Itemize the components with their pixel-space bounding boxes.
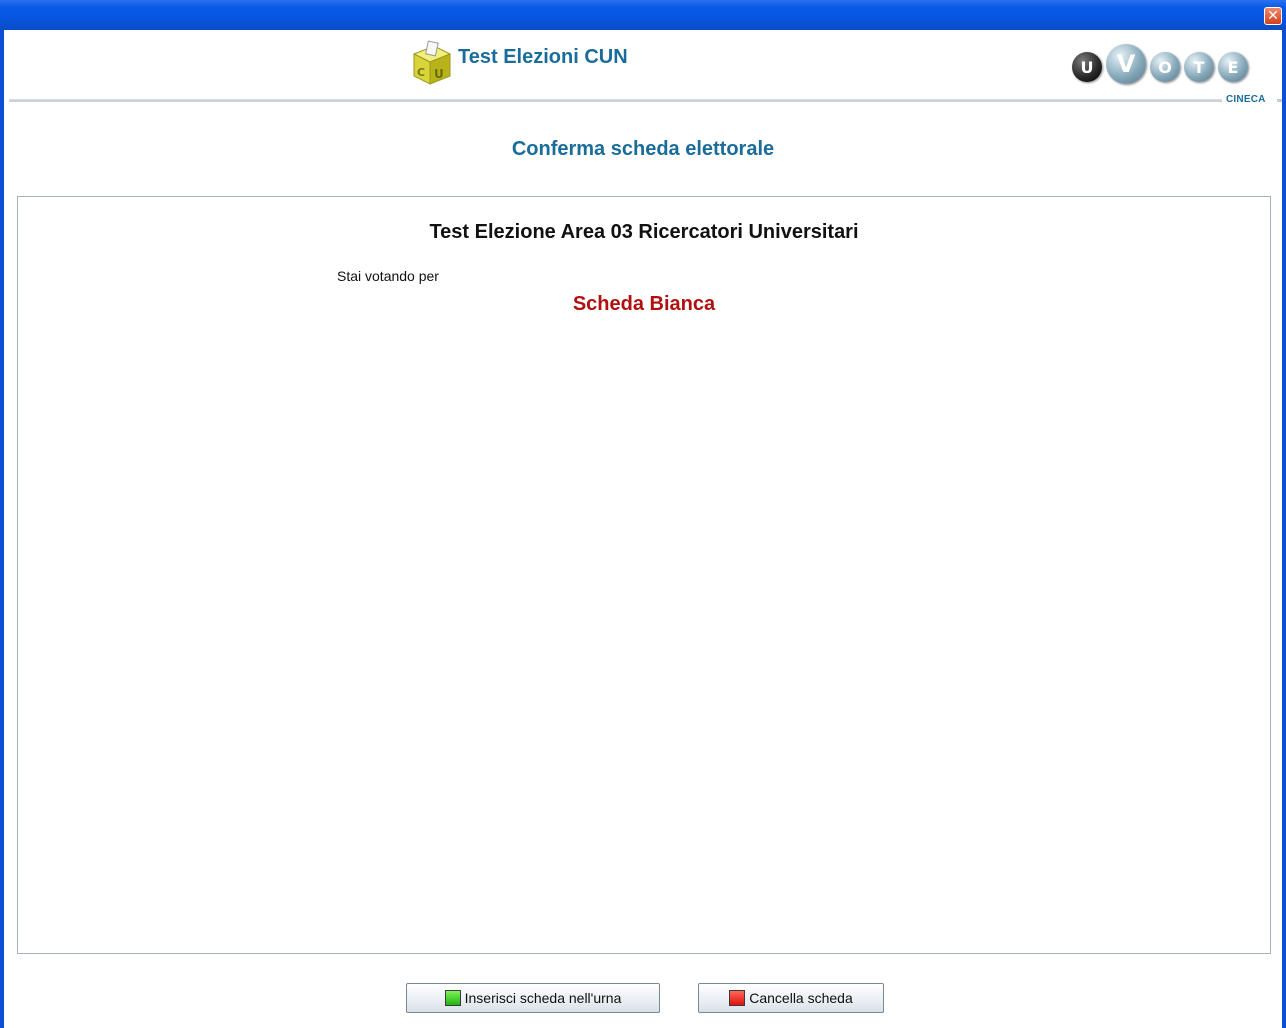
svg-text:U: U [434, 67, 444, 81]
page-title: Conferma scheda elettorale [511, 138, 775, 160]
header-divider [9, 99, 1222, 102]
app-title: Test Elezioni CUN [458, 45, 628, 68]
insert-ballot-button[interactable]: Inserisci scheda nell'urna [406, 983, 660, 1013]
uvote-logo: U V O T E [1072, 44, 1252, 84]
selected-choice: Scheda Bianca [572, 293, 716, 315]
cancel-ballot-button[interactable]: Cancella scheda [698, 983, 884, 1013]
window-frame-right [1282, 30, 1286, 1028]
close-window-button[interactable]: ✕ [1264, 7, 1282, 25]
logo-letter-v: V [1106, 44, 1146, 84]
main-content: C U Test Elezioni CUN U V O T E CINECA C… [4, 30, 1282, 1028]
header-divider-end [1277, 99, 1282, 102]
ballot-panel: Test Elezione Area 03 Ricercatori Univer… [17, 196, 1271, 954]
ballot-box-icon: C U [412, 40, 452, 85]
window-titlebar[interactable]: ✕ [0, 0, 1286, 30]
red-square-icon [729, 990, 746, 1006]
app-window: ✕ C U Test Elezioni CUN U V O T E CINECA… [0, 0, 1286, 1028]
logo-letter-t: T [1184, 52, 1214, 82]
logo-letter-o: O [1150, 52, 1180, 82]
voting-for-label: Stai votando per [337, 268, 439, 284]
insert-ballot-label: Inserisci scheda nell'urna [464, 990, 622, 1006]
green-square-icon [444, 990, 461, 1006]
logo-letter-e: E [1218, 52, 1248, 82]
app-header: C U Test Elezioni CUN [410, 40, 628, 86]
cancel-ballot-label: Cancella scheda [749, 990, 853, 1006]
election-title: Test Elezione Area 03 Ricercatori Univer… [429, 221, 859, 243]
logo-letter-u: U [1072, 52, 1102, 82]
svg-text:C: C [417, 66, 425, 79]
cineca-label: CINECA [1226, 94, 1266, 105]
